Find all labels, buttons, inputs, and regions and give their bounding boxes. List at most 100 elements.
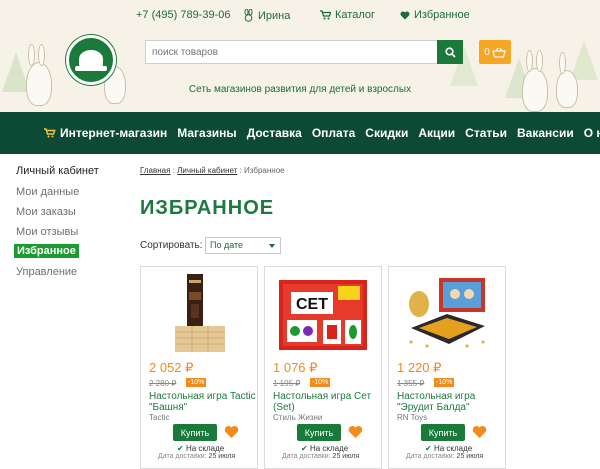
- bunny-decoration: [559, 52, 566, 74]
- stock-label: На складе: [309, 444, 349, 453]
- nav-item-shop[interactable]: Интернет-магазин: [44, 126, 167, 140]
- product-card: СЕТ 1 076 ₽ 1 195 ₽ -10% Настольная игра…: [264, 266, 382, 469]
- product-image[interactable]: [149, 272, 249, 354]
- sidebar-item-favorites[interactable]: Избранное: [14, 244, 79, 258]
- heart-icon[interactable]: [472, 425, 487, 439]
- rabbit-icon: [244, 9, 253, 22]
- site-tagline: Сеть магазинов развития для детей и взро…: [188, 84, 412, 95]
- delivery-label: Дата доставки:: [158, 453, 207, 460]
- cart-button[interactable]: 0: [479, 40, 511, 64]
- catalog-link[interactable]: Каталог: [320, 9, 375, 21]
- stock-status: ✔ На складе: [301, 444, 348, 453]
- chevron-down-icon: [269, 244, 275, 248]
- nav-item-stores[interactable]: Магазины: [177, 126, 236, 140]
- discount-badge: -10%: [186, 378, 207, 387]
- product-price: 2 052 ₽: [149, 360, 194, 375]
- check-icon: ✔: [177, 444, 184, 453]
- search-bar: [145, 40, 463, 64]
- nav-item-discounts[interactable]: Скидки: [365, 126, 408, 140]
- nav-item-vacancies[interactable]: Вакансии: [517, 126, 574, 140]
- product-image[interactable]: СЕТ: [273, 272, 373, 354]
- breadcrumb-home[interactable]: Главная: [140, 166, 170, 175]
- delivery-info: Дата доставки: 25 июля: [282, 453, 359, 460]
- discount-badge: -10%: [310, 378, 331, 387]
- sidebar-item-my-orders[interactable]: Мои заказы: [16, 206, 76, 218]
- product-image[interactable]: [397, 272, 497, 354]
- nav-item-promotions[interactable]: Акции: [418, 126, 455, 140]
- nav-item-articles[interactable]: Статьи: [465, 126, 507, 140]
- logo-emblem: [75, 66, 107, 71]
- sidebar-item-my-data[interactable]: Мои данные: [16, 186, 79, 198]
- phone-number: +7 (495) 789-39-06: [136, 9, 231, 21]
- delivery-info: Дата доставки: 25 июля: [158, 453, 235, 460]
- product-card: 2 052 ₽ 2 280 ₽ -10% Настольная игра Tac…: [140, 266, 258, 469]
- buy-button[interactable]: Купить: [173, 424, 217, 441]
- stock-label: На складе: [185, 444, 225, 453]
- delivery-date: 25 июля: [456, 453, 484, 460]
- search-button[interactable]: [437, 40, 463, 64]
- product-brand: RN Toys: [397, 413, 428, 422]
- nav-item-payment[interactable]: Оплата: [312, 126, 355, 140]
- product-card: 1 220 ₽ 1 355 ₽ -10% Настольная игра "Эр…: [388, 266, 506, 469]
- buy-button[interactable]: Купить: [421, 424, 465, 441]
- sidebar-title: Личный кабинет: [16, 165, 99, 177]
- nav-item-label: Интернет-магазин: [60, 126, 168, 140]
- bunny-decoration: [526, 50, 533, 72]
- search-input[interactable]: [146, 41, 436, 63]
- user-account-link[interactable]: Ирина: [243, 9, 290, 22]
- phone-link[interactable]: +7 (495) 789-39-06: [136, 9, 230, 21]
- catalog-label: Каталог: [335, 9, 375, 21]
- sort-label: Сортировать:: [140, 240, 203, 251]
- svg-text:СЕТ: СЕТ: [296, 296, 328, 313]
- bunny-decoration: [28, 44, 35, 66]
- sort-select[interactable]: По дате: [205, 237, 281, 254]
- delivery-label: Дата доставки:: [282, 453, 331, 460]
- breadcrumb: Главная : Личный кабинет : Избранное: [140, 166, 285, 175]
- product-name-link[interactable]: Настольная игра Tactic "Башня": [149, 391, 257, 413]
- sidebar-item-my-reviews[interactable]: Мои отзывы: [16, 226, 78, 238]
- product-old-price: 1 355 ₽: [397, 379, 425, 388]
- product-name-link[interactable]: Настольная игра Сет (Set): [273, 391, 381, 413]
- delivery-date: 25 июля: [332, 453, 360, 460]
- product-brand: Стиль Жизни: [273, 413, 323, 422]
- bunny-decoration: [38, 44, 45, 66]
- heart-icon: [400, 11, 410, 19]
- cart-count: 0: [484, 46, 490, 58]
- nav-item-delivery[interactable]: Доставка: [247, 126, 302, 140]
- breadcrumb-current: Избранное: [244, 166, 285, 175]
- breadcrumb-separator: :: [172, 166, 175, 175]
- favorites-label: Избранное: [414, 9, 470, 21]
- cart-icon: [320, 10, 331, 20]
- sort-value: По дате: [210, 240, 244, 250]
- heart-icon[interactable]: [348, 425, 363, 439]
- page-title: ИЗБРАННОЕ: [140, 197, 275, 219]
- user-name: Ирина: [258, 9, 291, 22]
- check-icon: ✔: [425, 444, 432, 453]
- breadcrumb-account[interactable]: Личный кабинет: [177, 166, 237, 175]
- sidebar-item-management[interactable]: Управление: [16, 266, 77, 278]
- basket-icon: [492, 47, 506, 58]
- product-name-link[interactable]: Настольная игра "Эрудит Балда": [397, 391, 505, 413]
- buy-button[interactable]: Купить: [297, 424, 341, 441]
- search-icon: [444, 46, 456, 58]
- check-icon: ✔: [301, 444, 308, 453]
- cart-icon: [44, 128, 56, 138]
- main-nav: Интернет-магазин Магазины Доставка Оплат…: [0, 112, 600, 154]
- delivery-label: Дата доставки:: [406, 453, 455, 460]
- stock-label: На складе: [433, 444, 473, 453]
- nav-item-about[interactable]: О нас: [584, 126, 600, 140]
- discount-badge: -10%: [434, 378, 455, 387]
- product-old-price: 2 280 ₽: [149, 379, 177, 388]
- bunny-decoration: [536, 50, 543, 72]
- product-price: 1 220 ₽: [397, 360, 442, 375]
- top-bar: +7 (495) 789-39-06 Ирина Каталог Избранн…: [0, 9, 600, 27]
- stock-status: ✔ На складе: [425, 444, 472, 453]
- product-price: 1 076 ₽: [273, 360, 318, 375]
- site-logo[interactable]: [66, 35, 116, 85]
- heart-icon[interactable]: [224, 425, 239, 439]
- stock-status: ✔ На складе: [177, 444, 224, 453]
- favorites-link[interactable]: Избранное: [400, 9, 470, 21]
- site-header: +7 (495) 789-39-06 Ирина Каталог Избранн…: [0, 0, 600, 112]
- delivery-date: 25 июля: [208, 453, 236, 460]
- breadcrumb-separator: :: [239, 166, 242, 175]
